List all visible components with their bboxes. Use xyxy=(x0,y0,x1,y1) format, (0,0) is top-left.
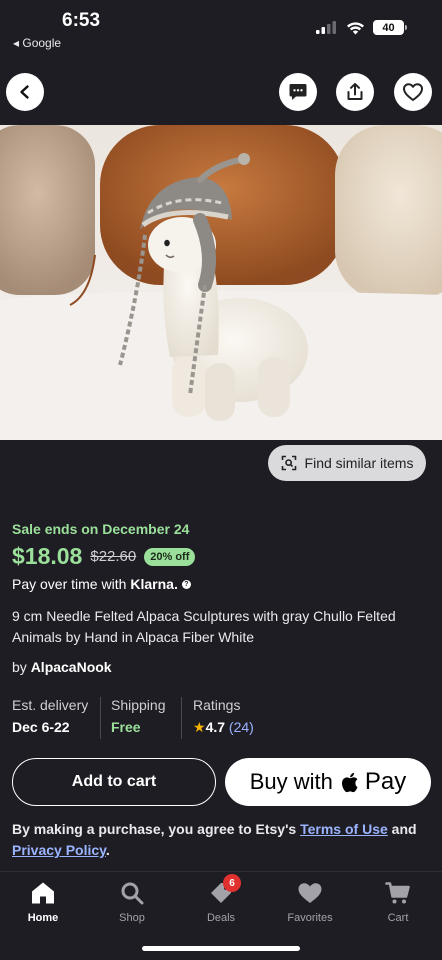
terms-of-use-link[interactable]: Terms of Use xyxy=(300,821,388,837)
tab-label: Deals xyxy=(206,912,236,924)
price-row: $18.08 $22.60 20% off xyxy=(12,543,196,570)
tab-favorites[interactable]: Favorites xyxy=(275,880,345,924)
legal-and: and xyxy=(391,821,417,837)
add-to-cart-button[interactable]: Add to cart xyxy=(12,758,216,806)
back-button[interactable] xyxy=(6,73,44,111)
deals-badge: 6 xyxy=(223,874,241,892)
message-seller-button[interactable] xyxy=(279,73,317,111)
shipping-info: Shipping Free xyxy=(111,697,166,735)
apple-pay-button[interactable]: Buy with Pay xyxy=(225,758,431,806)
privacy-policy-link[interactable]: Privacy Policy xyxy=(12,842,106,858)
status-bar: 6:53 ◂ Google 40 xyxy=(0,0,442,56)
shipping-label: Shipping xyxy=(111,697,166,713)
star-icon: ★ xyxy=(193,719,206,735)
legal-notice: By making a purchase, you agree to Etsy'… xyxy=(12,819,432,861)
favorite-button[interactable] xyxy=(394,73,432,111)
tab-home[interactable]: Home xyxy=(8,880,78,924)
share-button[interactable] xyxy=(336,73,374,111)
wifi-icon xyxy=(347,21,364,34)
shop-byline: by AlpacaNook xyxy=(12,659,112,675)
sale-ends-text: Sale ends on December 24 xyxy=(12,521,190,537)
shop-name-link[interactable]: AlpacaNook xyxy=(31,659,112,675)
divider xyxy=(100,697,101,739)
cellular-signal-icon xyxy=(316,21,336,34)
discount-badge: 20% off xyxy=(144,547,196,566)
share-icon xyxy=(347,83,363,100)
tab-label: Shop xyxy=(119,912,145,924)
tab-cart[interactable]: Cart xyxy=(363,880,433,924)
shipping-value: Free xyxy=(111,719,141,735)
battery-indicator: 40 xyxy=(373,20,407,35)
delivery-label: Est. delivery xyxy=(12,697,89,713)
tab-label: Home xyxy=(27,912,59,924)
heart-outline-icon xyxy=(403,83,423,101)
home-indicator[interactable] xyxy=(142,946,300,951)
back-to-app-link[interactable]: ◂ Google xyxy=(13,36,61,50)
rating-score: 4.7 xyxy=(205,719,226,735)
delivery-value: Dec 6-22 xyxy=(12,719,70,735)
delivery-info: Est. delivery Dec 6-22 xyxy=(12,697,88,735)
legal-period: . xyxy=(105,842,110,858)
divider xyxy=(181,697,182,739)
ratings-info[interactable]: Ratings ★4.7 (24) xyxy=(193,697,254,736)
pay-label: Pay xyxy=(364,768,407,795)
chevron-left-icon xyxy=(20,85,29,99)
klarna-row[interactable]: Pay over time with Klarna. ? xyxy=(12,576,191,592)
heart-icon xyxy=(298,883,322,903)
by-prefix: by xyxy=(12,659,27,675)
status-time: 6:53 xyxy=(62,10,101,31)
alpaca-photo xyxy=(0,125,442,440)
info-icon[interactable]: ? xyxy=(181,579,191,589)
pay-over-time-text: Pay over time with xyxy=(12,576,127,592)
ratings-label: Ratings xyxy=(193,697,241,713)
legal-text: By making a purchase, you agree to Etsy'… xyxy=(12,821,297,837)
rating-count[interactable]: (24) xyxy=(229,719,254,735)
chat-bubble-icon xyxy=(289,84,307,100)
product-title: 9 cm Needle Felted Alpaca Sculptures wit… xyxy=(12,608,396,645)
tab-label: Favorites xyxy=(287,912,333,924)
original-price: $22.60 xyxy=(90,548,137,565)
buy-with-label: Buy with xyxy=(249,769,333,794)
cart-icon xyxy=(385,882,410,904)
tab-shop[interactable]: Shop xyxy=(97,880,167,924)
search-icon xyxy=(121,882,144,905)
apple-logo-icon xyxy=(341,772,358,792)
product-image[interactable] xyxy=(0,125,442,440)
status-icons: 40 xyxy=(316,20,407,35)
ratings-value: ★4.7 (24) xyxy=(193,719,254,736)
tab-deals[interactable]: 6 Deals xyxy=(186,874,256,924)
find-similar-items-button[interactable]: Find similar items xyxy=(268,445,426,481)
tab-label: Cart xyxy=(387,912,409,924)
visual-search-icon xyxy=(281,455,296,471)
find-similar-label: Find similar items xyxy=(304,455,414,471)
sale-price: $18.08 xyxy=(12,543,83,569)
home-icon xyxy=(32,882,54,904)
klarna-logo: Klarna. xyxy=(130,576,178,592)
